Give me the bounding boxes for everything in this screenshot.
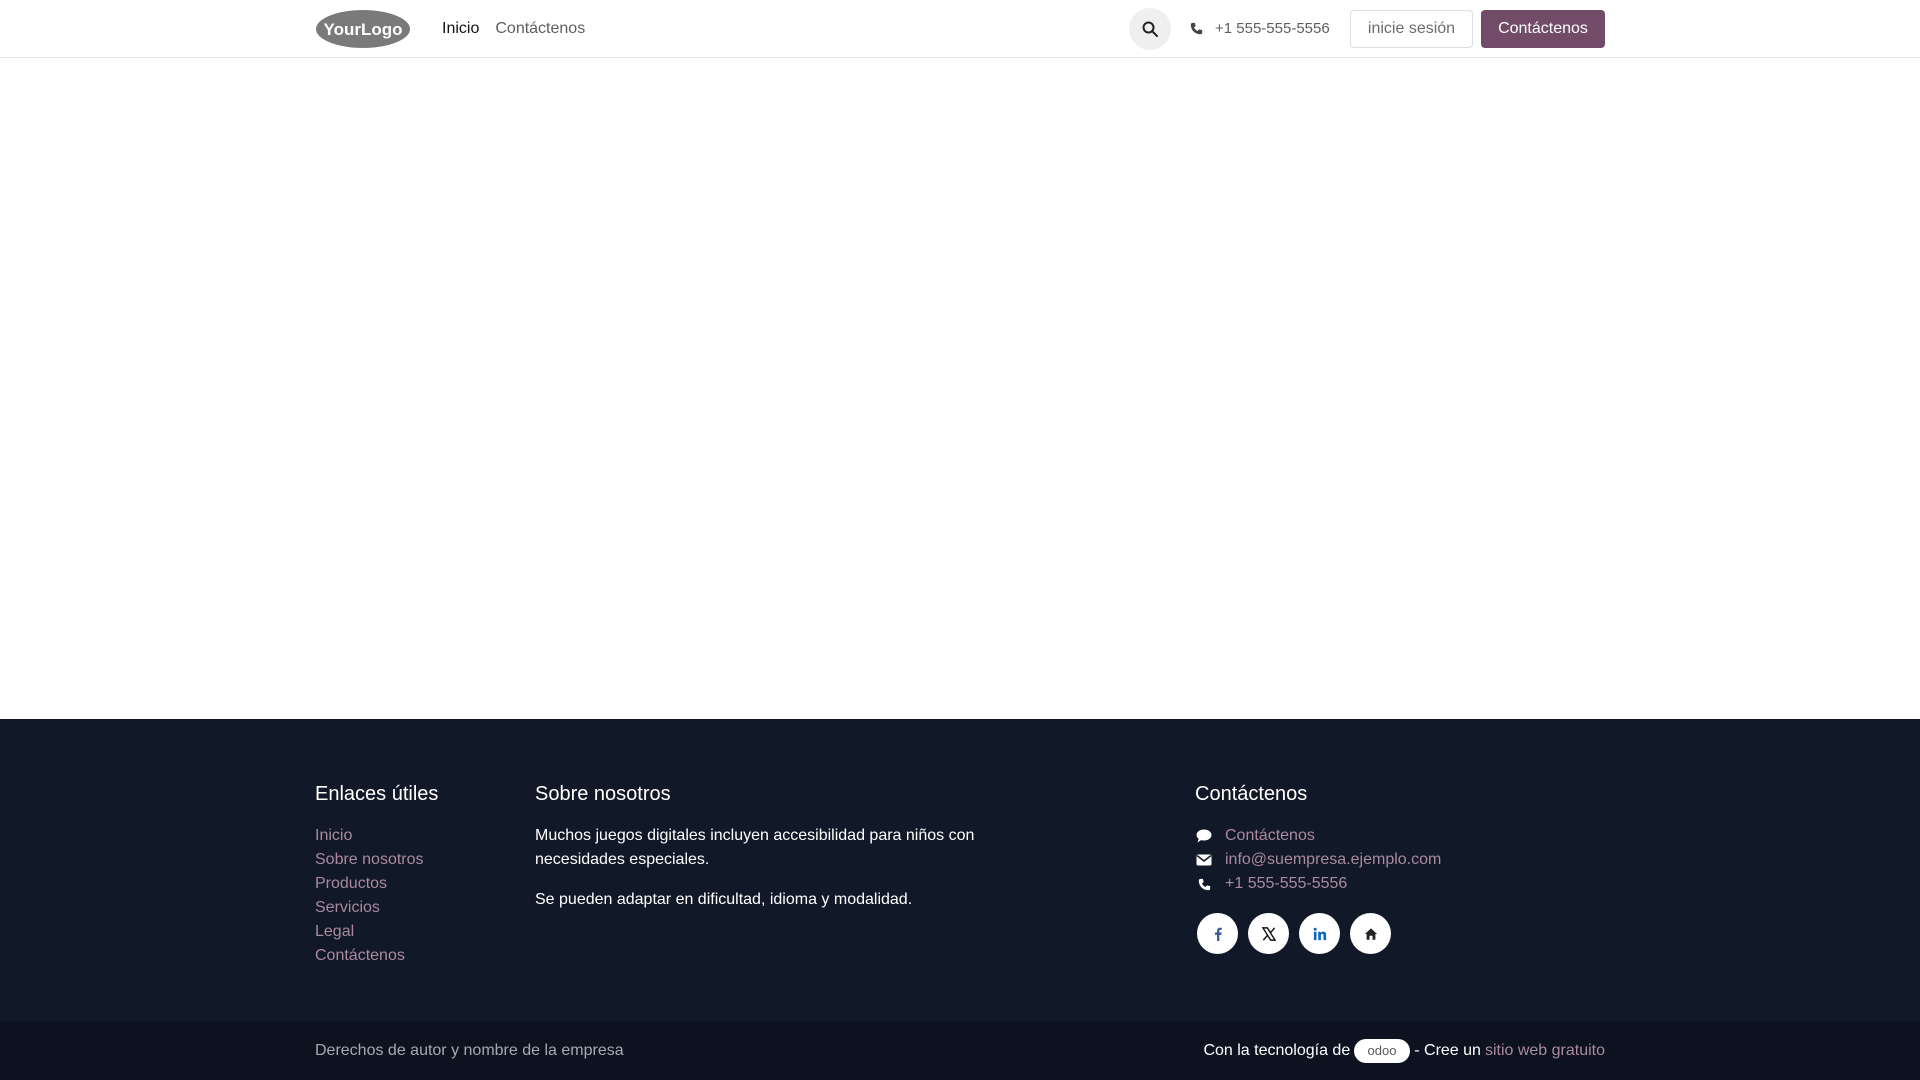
social-links <box>1197 913 1391 954</box>
free-website-link[interactable]: sitio web gratuito <box>1485 1042 1605 1060</box>
phone-icon <box>1195 876 1213 892</box>
nav-item-inicio[interactable]: Inicio <box>442 20 479 38</box>
header-phone[interactable]: +1 555-555-5556 <box>1190 0 1330 57</box>
footer-about-title: Sobre nosotros <box>535 783 671 805</box>
x-twitter-button[interactable] <box>1248 913 1289 954</box>
copyright-bar: Derechos de autor y nombre de la empresa… <box>0 1022 1920 1080</box>
main-nav: Inicio Contáctenos <box>442 0 585 57</box>
site-logo[interactable]: YourLogo <box>315 9 411 49</box>
home-icon <box>1364 927 1377 940</box>
about-paragraph-2: Se pueden adaptar en dificultad, idioma … <box>535 891 913 908</box>
footer-link-inicio[interactable]: Inicio <box>315 824 424 848</box>
contact-row-contact: Contáctenos <box>1195 824 1441 848</box>
footer-about-text: Muchos juegos digitales incluyen accesib… <box>535 824 1005 912</box>
about-paragraph-1: Muchos juegos digitales incluyen accesib… <box>535 827 975 868</box>
header-phone-number: +1 555-555-5556 <box>1215 20 1330 37</box>
linkedin-button[interactable] <box>1299 913 1340 954</box>
footer-contact-list: Contáctenos info@suempresa.ejemplo.com +… <box>1195 824 1441 896</box>
svg-text:odoo: odoo <box>1368 1044 1397 1058</box>
search-button[interactable] <box>1129 8 1171 50</box>
footer-links-list: Inicio Sobre nosotros Productos Servicio… <box>315 824 424 968</box>
site-header: YourLogo Inicio Contáctenos +1 555-555-5… <box>0 0 1920 58</box>
footer-link-sobre-nosotros[interactable]: Sobre nosotros <box>315 848 424 872</box>
contact-link-contactenos[interactable]: Contáctenos <box>1225 827 1315 845</box>
create-text: - Cree un <box>1414 1042 1481 1059</box>
footer-links-title: Enlaces útiles <box>315 783 439 805</box>
footer-link-productos[interactable]: Productos <box>315 872 424 896</box>
footer-link-contactenos[interactable]: Contáctenos <box>315 944 424 968</box>
facebook-button[interactable] <box>1197 913 1238 954</box>
linkedin-icon <box>1313 927 1326 940</box>
contact-row-email: info@suempresa.ejemplo.com <box>1195 848 1441 872</box>
footer-link-legal[interactable]: Legal <box>315 920 424 944</box>
copyright-text: Derechos de autor y nombre de la empresa <box>315 1042 624 1059</box>
login-button[interactable]: inicie sesión <box>1350 10 1473 48</box>
x-twitter-icon <box>1261 926 1276 941</box>
powered-by-prefix: Con la tecnología de <box>1203 1042 1351 1059</box>
facebook-icon <box>1214 927 1222 941</box>
odoo-logo[interactable]: odoo <box>1354 1039 1411 1063</box>
search-icon <box>1142 21 1158 37</box>
home-button[interactable] <box>1350 913 1391 954</box>
svg-text:YourLogo: YourLogo <box>324 20 403 39</box>
powered-by: Con la tecnología de odoo - Cree un siti… <box>1203 1022 1605 1080</box>
contact-link-phone[interactable]: +1 555-555-5556 <box>1225 875 1347 893</box>
contact-us-button[interactable]: Contáctenos <box>1481 10 1605 48</box>
contact-row-phone: +1 555-555-5556 <box>1195 872 1441 896</box>
comment-icon <box>1195 828 1213 844</box>
contact-link-email[interactable]: info@suempresa.ejemplo.com <box>1225 851 1441 869</box>
phone-icon <box>1190 22 1203 35</box>
envelope-icon <box>1195 852 1213 868</box>
footer-contact-title: Contáctenos <box>1195 783 1308 805</box>
nav-item-contactenos[interactable]: Contáctenos <box>495 20 585 38</box>
footer-link-servicios[interactable]: Servicios <box>315 896 424 920</box>
